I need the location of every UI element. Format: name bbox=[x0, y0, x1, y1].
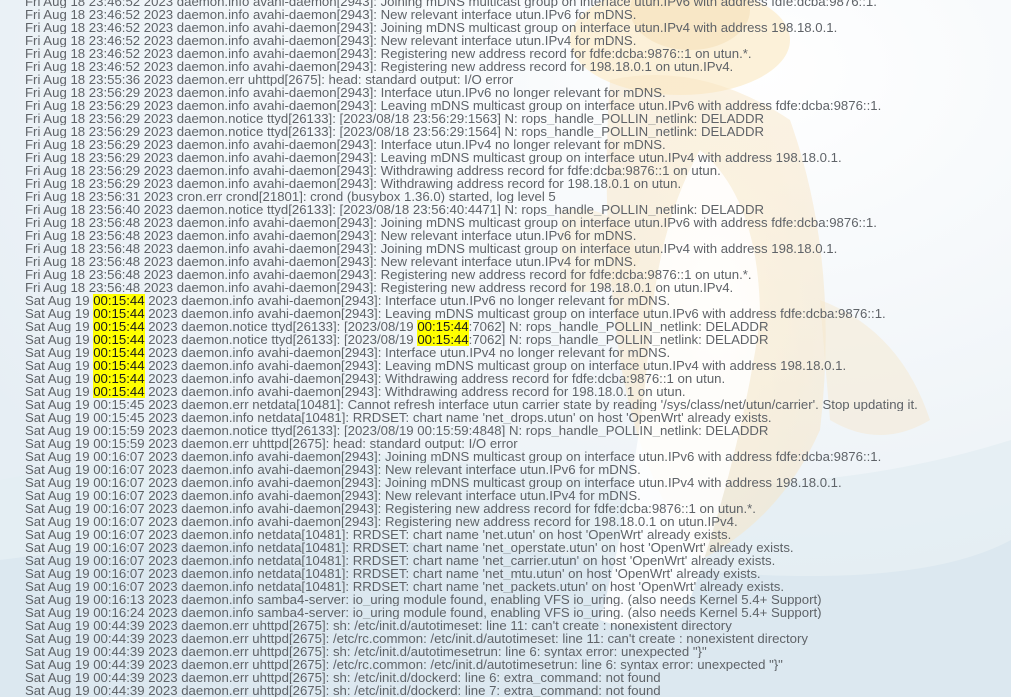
log-line: Fri Aug 18 23:46:52 2023 daemon.info ava… bbox=[25, 47, 752, 60]
log-line: Sat Aug 19 00:15:59 2023 daemon.notice t… bbox=[25, 424, 769, 437]
log-line: Sat Aug 19 00:16:07 2023 daemon.info ava… bbox=[25, 463, 641, 476]
log-line: Sat Aug 19 00:16:07 2023 daemon.info net… bbox=[25, 580, 785, 593]
log-line: Sat Aug 19 00:15:44 2023 daemon.info ava… bbox=[25, 385, 686, 398]
log-line: Fri Aug 18 23:56:29 2023 daemon.info ava… bbox=[25, 86, 666, 99]
search-highlight: 00:15:44 bbox=[93, 359, 145, 372]
log-line: Sat Aug 19 00:16:13 2023 daemon.info sam… bbox=[25, 593, 822, 606]
log-line: Sat Aug 19 00:15:44 2023 daemon.info ava… bbox=[25, 359, 847, 372]
log-line: Fri Aug 18 23:56:29 2023 daemon.info ava… bbox=[25, 164, 721, 177]
log-line: Fri Aug 18 23:46:52 2023 daemon.info ava… bbox=[25, 34, 637, 47]
log-line: Sat Aug 19 00:16:07 2023 daemon.info ava… bbox=[25, 502, 756, 515]
search-highlight: 00:15:44 bbox=[417, 320, 469, 333]
log-line: Sat Aug 19 00:44:39 2023 daemon.err uhtt… bbox=[25, 658, 783, 671]
log-line: Fri Aug 18 23:56:29 2023 daemon.notice t… bbox=[25, 112, 765, 125]
log-line: Sat Aug 19 00:15:45 2023 daemon.info net… bbox=[25, 411, 772, 424]
log-output: Fri Aug 18 23:46:52 2023 daemon.info ava… bbox=[25, 0, 1005, 697]
log-line: Fri Aug 18 23:56:29 2023 daemon.info ava… bbox=[25, 151, 842, 164]
search-highlight: 00:15:44 bbox=[93, 385, 145, 398]
search-highlight: 00:15:44 bbox=[93, 320, 145, 333]
log-line: Sat Aug 19 00:44:39 2023 daemon.err uhtt… bbox=[25, 632, 808, 645]
log-line: Sat Aug 19 00:16:07 2023 daemon.info ava… bbox=[25, 450, 882, 463]
log-line: Sat Aug 19 00:16:07 2023 daemon.info ava… bbox=[25, 515, 738, 528]
log-line: Fri Aug 18 23:56:48 2023 daemon.info ava… bbox=[25, 242, 838, 255]
log-line: Sat Aug 19 00:44:39 2023 daemon.err uhtt… bbox=[25, 619, 732, 632]
log-line: Sat Aug 19 00:15:44 2023 daemon.info ava… bbox=[25, 307, 886, 320]
log-line: Fri Aug 18 23:56:29 2023 daemon.info ava… bbox=[25, 177, 682, 190]
log-line: Sat Aug 19 00:15:44 2023 daemon.info ava… bbox=[25, 372, 726, 385]
log-line: Sat Aug 19 00:16:07 2023 daemon.info net… bbox=[25, 554, 776, 567]
search-highlight: 00:15:44 bbox=[417, 333, 469, 346]
log-line: Fri Aug 18 23:56:29 2023 daemon.info ava… bbox=[25, 99, 882, 112]
log-line: Sat Aug 19 00:16:07 2023 daemon.info net… bbox=[25, 528, 732, 541]
log-line: Sat Aug 19 00:16:07 2023 daemon.info ava… bbox=[25, 489, 641, 502]
search-highlight: 00:15:44 bbox=[93, 346, 145, 359]
log-line: Sat Aug 19 00:44:39 2023 daemon.err uhtt… bbox=[25, 684, 661, 697]
log-line: Fri Aug 18 23:56:29 2023 daemon.info ava… bbox=[25, 138, 666, 151]
log-line: Sat Aug 19 00:44:39 2023 daemon.err uhtt… bbox=[25, 645, 707, 658]
log-line: Sat Aug 19 00:15:44 2023 daemon.info ava… bbox=[25, 294, 671, 307]
log-line: Fri Aug 18 23:46:52 2023 daemon.info ava… bbox=[25, 60, 734, 73]
log-line: Sat Aug 19 00:44:39 2023 daemon.err uhtt… bbox=[25, 671, 661, 684]
search-highlight: 00:15:44 bbox=[93, 307, 145, 320]
log-line: Sat Aug 19 00:16:07 2023 daemon.info ava… bbox=[25, 476, 842, 489]
log-line: Fri Aug 18 23:46:52 2023 daemon.info ava… bbox=[25, 8, 637, 21]
log-line: Fri Aug 18 23:46:52 2023 daemon.info ava… bbox=[25, 0, 877, 8]
log-line: Fri Aug 18 23:56:48 2023 daemon.info ava… bbox=[25, 216, 877, 229]
log-line: Fri Aug 18 23:56:29 2023 daemon.notice t… bbox=[25, 125, 765, 138]
log-line: Sat Aug 19 00:16:07 2023 daemon.info net… bbox=[25, 541, 794, 554]
log-line: Sat Aug 19 00:16:24 2023 daemon.info sam… bbox=[25, 606, 822, 619]
log-line: Sat Aug 19 00:15:44 2023 daemon.notice t… bbox=[25, 320, 769, 333]
log-line: Fri Aug 18 23:56:40 2023 daemon.notice t… bbox=[25, 203, 765, 216]
log-line: Fri Aug 18 23:56:48 2023 daemon.info ava… bbox=[25, 229, 637, 242]
log-line: Sat Aug 19 00:16:07 2023 daemon.info net… bbox=[25, 567, 761, 580]
log-line: Sat Aug 19 00:15:59 2023 daemon.err uhtt… bbox=[25, 437, 518, 450]
log-line: Fri Aug 18 23:56:31 2023 cron.err crond[… bbox=[25, 190, 556, 203]
log-line: Fri Aug 18 23:46:52 2023 daemon.info ava… bbox=[25, 21, 838, 34]
log-line: Sat Aug 19 00:15:45 2023 daemon.err netd… bbox=[25, 398, 918, 411]
search-highlight: 00:15:44 bbox=[93, 333, 145, 346]
search-highlight: 00:15:44 bbox=[93, 372, 145, 385]
log-line: Fri Aug 18 23:55:36 2023 daemon.err uhtt… bbox=[25, 73, 514, 86]
log-line: Sat Aug 19 00:15:44 2023 daemon.info ava… bbox=[25, 346, 671, 359]
log-line: Fri Aug 18 23:56:48 2023 daemon.info ava… bbox=[25, 268, 752, 281]
search-highlight: 00:15:44 bbox=[93, 294, 145, 307]
log-line: Sat Aug 19 00:15:44 2023 daemon.notice t… bbox=[25, 333, 769, 346]
system-log-viewport: Fri Aug 18 23:46:52 2023 daemon.info ava… bbox=[0, 0, 1011, 697]
log-line: Fri Aug 18 23:56:48 2023 daemon.info ava… bbox=[25, 281, 734, 294]
log-line: Fri Aug 18 23:56:48 2023 daemon.info ava… bbox=[25, 255, 637, 268]
